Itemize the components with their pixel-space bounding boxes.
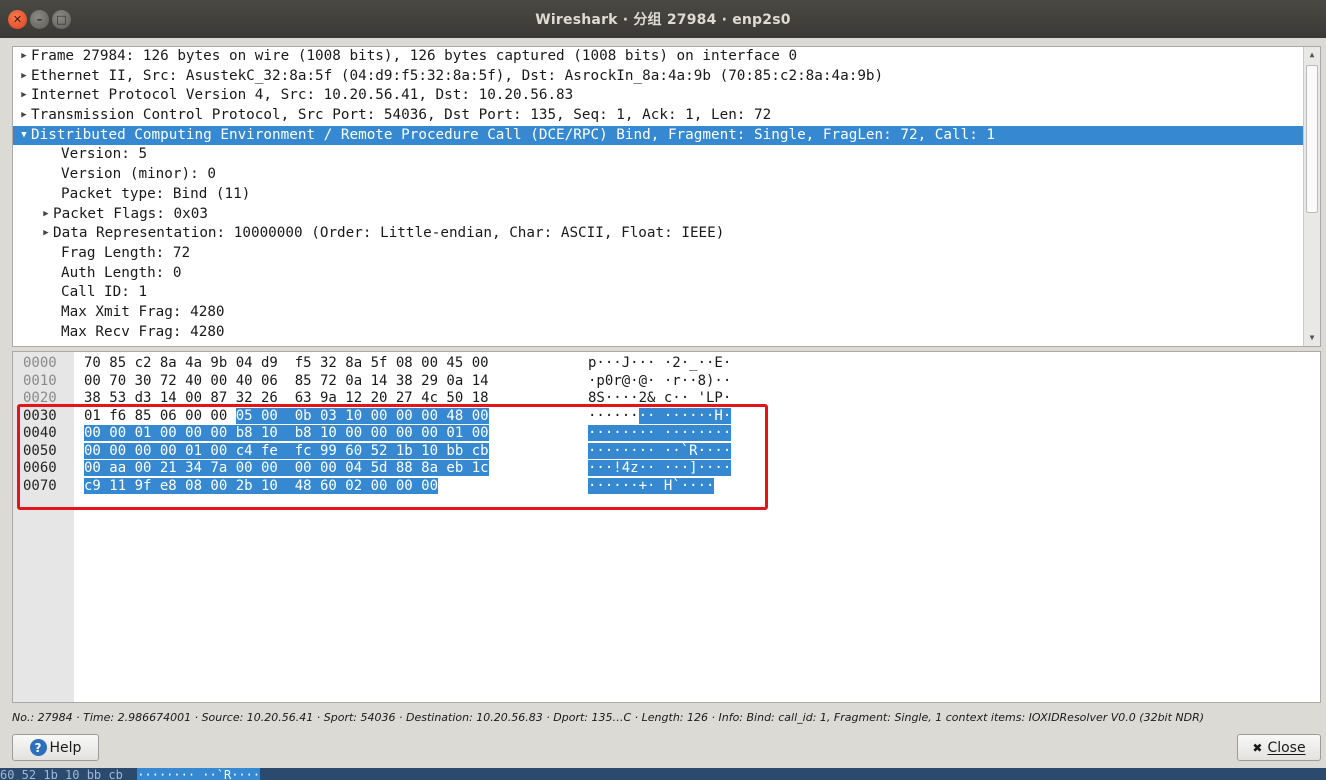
hex-row[interactable]: 0010 00 70 30 72 40 00 40 06 85 72 0a 14 … <box>13 373 1320 391</box>
tree-row-text: Version (minor): 0 <box>61 166 216 183</box>
question-circle-icon: ? <box>29 739 47 756</box>
packet-bytes-pane[interactable]: 0000 70 85 c2 8a 4a 9b 04 d9 f5 32 8a 5f … <box>12 351 1321 703</box>
window-close-icon[interactable]: ✕ <box>8 10 27 29</box>
window-minimize-icon[interactable]: – <box>30 10 49 29</box>
tree-row-text: Transmission Control Protocol, Src Port:… <box>31 107 772 124</box>
tree-row[interactable]: ▼ Distributed Computing Environment / Rem… <box>13 125 1320 146</box>
tree-row-text: Packet Flags: 0x03 <box>53 205 208 222</box>
hex-offset: 0000 <box>23 355 57 371</box>
help-button-label: Help <box>49 739 82 756</box>
scroll-up-icon[interactable]: ▲ <box>1304 47 1320 63</box>
triangle-right-icon[interactable]: ▶ <box>39 224 53 244</box>
tree-row[interactable]: Version (minor): 0 <box>13 165 1320 185</box>
tree-row-text: Max Recv Frag: 4280 <box>61 323 225 340</box>
tree-row-text: Data Representation: 10000000 (Order: Li… <box>53 225 725 242</box>
hex-bytes[interactable]: 70 85 c2 8a 4a 9b 04 d9 f5 32 8a 5f 08 0… <box>84 355 489 373</box>
hex-bytes-plain: 70 85 c2 8a 4a 9b 04 d9 f5 32 8a 5f 08 0… <box>84 355 489 371</box>
hex-row[interactable]: 0000 70 85 c2 8a 4a 9b 04 d9 f5 32 8a 5f … <box>13 355 1320 373</box>
tree-row-text: Packet type: Bind (11) <box>61 185 251 202</box>
tree-scrollbar[interactable]: ▲ ▼ <box>1303 47 1320 346</box>
tree-row[interactable]: ▶ Data Representation: 10000000 (Order: L… <box>13 224 1320 244</box>
scrollbar-thumb[interactable] <box>1306 65 1318 213</box>
tree-row[interactable]: Version: 5 <box>13 145 1320 165</box>
tree-row-text: Distributed Computing Environment / Remo… <box>31 126 996 143</box>
tree-row-text: Internet Protocol Version 4, Src: 10.20.… <box>31 87 574 104</box>
help-button[interactable]: ? Help <box>12 734 99 761</box>
triangle-right-icon[interactable]: ▶ <box>17 47 31 67</box>
tree-row[interactable]: ▶ Frame 27984: 126 bytes on wire (1008 bi… <box>13 47 1320 67</box>
background-hex-highlight: ········ ··`R···· <box>137 768 261 780</box>
x-icon: ✖ <box>1252 740 1263 755</box>
background-hex-text: 60 52 1b 10 bb cb <box>0 768 138 780</box>
triangle-right-icon[interactable]: ▶ <box>17 86 31 106</box>
tree-rows: ▶ Frame 27984: 126 bytes on wire (1008 bi… <box>13 47 1320 342</box>
window-title: Wireshark · 分组 27984 · enp2s0 <box>535 12 791 28</box>
hex-ascii[interactable]: ·p0r@·@· ·r··8)·· <box>588 373 731 391</box>
window-controls: ✕ – □ <box>8 10 71 29</box>
annotation-highlight-box <box>17 404 768 510</box>
close-button-label: Close <box>1267 739 1306 756</box>
tree-row[interactable]: ▶ Internet Protocol Version 4, Src: 10.20… <box>13 86 1320 106</box>
tree-row[interactable]: ▶ Ethernet II, Src: AsustekC_32:8a:5f (04… <box>13 67 1320 87</box>
hex-ascii-plain: p···J··· ·2·_··E· <box>588 355 732 371</box>
close-button[interactable]: ✖ Close <box>1237 734 1321 761</box>
tree-row[interactable]: Auth Length: 0 <box>13 264 1320 284</box>
hex-offset: 0010 <box>23 372 57 389</box>
tree-row[interactable]: Max Xmit Frag: 4280 <box>13 303 1320 323</box>
tree-row-text: Frame 27984: 126 bytes on wire (1008 bit… <box>31 48 798 64</box>
triangle-right-icon[interactable]: ▶ <box>17 106 31 126</box>
tree-row-text: Call ID: 1 <box>61 284 148 301</box>
tree-row[interactable]: Max Recv Frag: 4280 <box>13 323 1320 343</box>
triangle-right-icon[interactable]: ▶ <box>17 67 31 87</box>
tree-row[interactable]: ▶ Packet Flags: 0x03 <box>13 205 1320 225</box>
hex-ascii-plain: ·p0r@·@· ·r··8)·· <box>588 372 732 389</box>
tree-row-text: Version: 5 <box>61 146 148 163</box>
packet-info-status: No.: 27984 · Time: 2.986674001 · Source:… <box>12 711 1205 724</box>
tree-row[interactable]: ▶ Transmission Control Protocol, Src Port… <box>13 106 1320 126</box>
triangle-right-icon[interactable]: ▶ <box>39 205 53 225</box>
tree-row-text: Ethernet II, Src: AsustekC_32:8a:5f (04:… <box>31 67 884 84</box>
tree-row-text: Auth Length: 0 <box>61 264 182 281</box>
triangle-down-icon[interactable]: ▼ <box>17 126 31 146</box>
tree-row[interactable]: Frag Length: 72 <box>13 244 1320 264</box>
tree-row[interactable]: Call ID: 1 <box>13 283 1320 303</box>
background-window-strip: 60 52 1b 10 bb cb ········ ··`R···· <box>0 768 1326 780</box>
title-bar: ✕ – □ Wireshark · 分组 27984 · enp2s0 <box>0 0 1326 38</box>
scroll-down-icon[interactable]: ▼ <box>1304 330 1320 346</box>
tree-row-text: Frag Length: 72 <box>61 244 191 261</box>
tree-row[interactable]: Packet type: Bind (11) <box>13 185 1320 205</box>
tree-row-text: Max Xmit Frag: 4280 <box>61 303 225 320</box>
packet-details-tree[interactable]: ▶ Frame 27984: 126 bytes on wire (1008 bi… <box>12 46 1321 347</box>
window-maximize-icon[interactable]: □ <box>52 10 71 29</box>
hex-ascii[interactable]: p···J··· ·2·_··E· <box>588 355 731 373</box>
hex-bytes[interactable]: 00 70 30 72 40 00 40 06 85 72 0a 14 38 2… <box>84 373 489 391</box>
hex-bytes-plain: 00 70 30 72 40 00 40 06 85 72 0a 14 38 2… <box>84 372 489 389</box>
